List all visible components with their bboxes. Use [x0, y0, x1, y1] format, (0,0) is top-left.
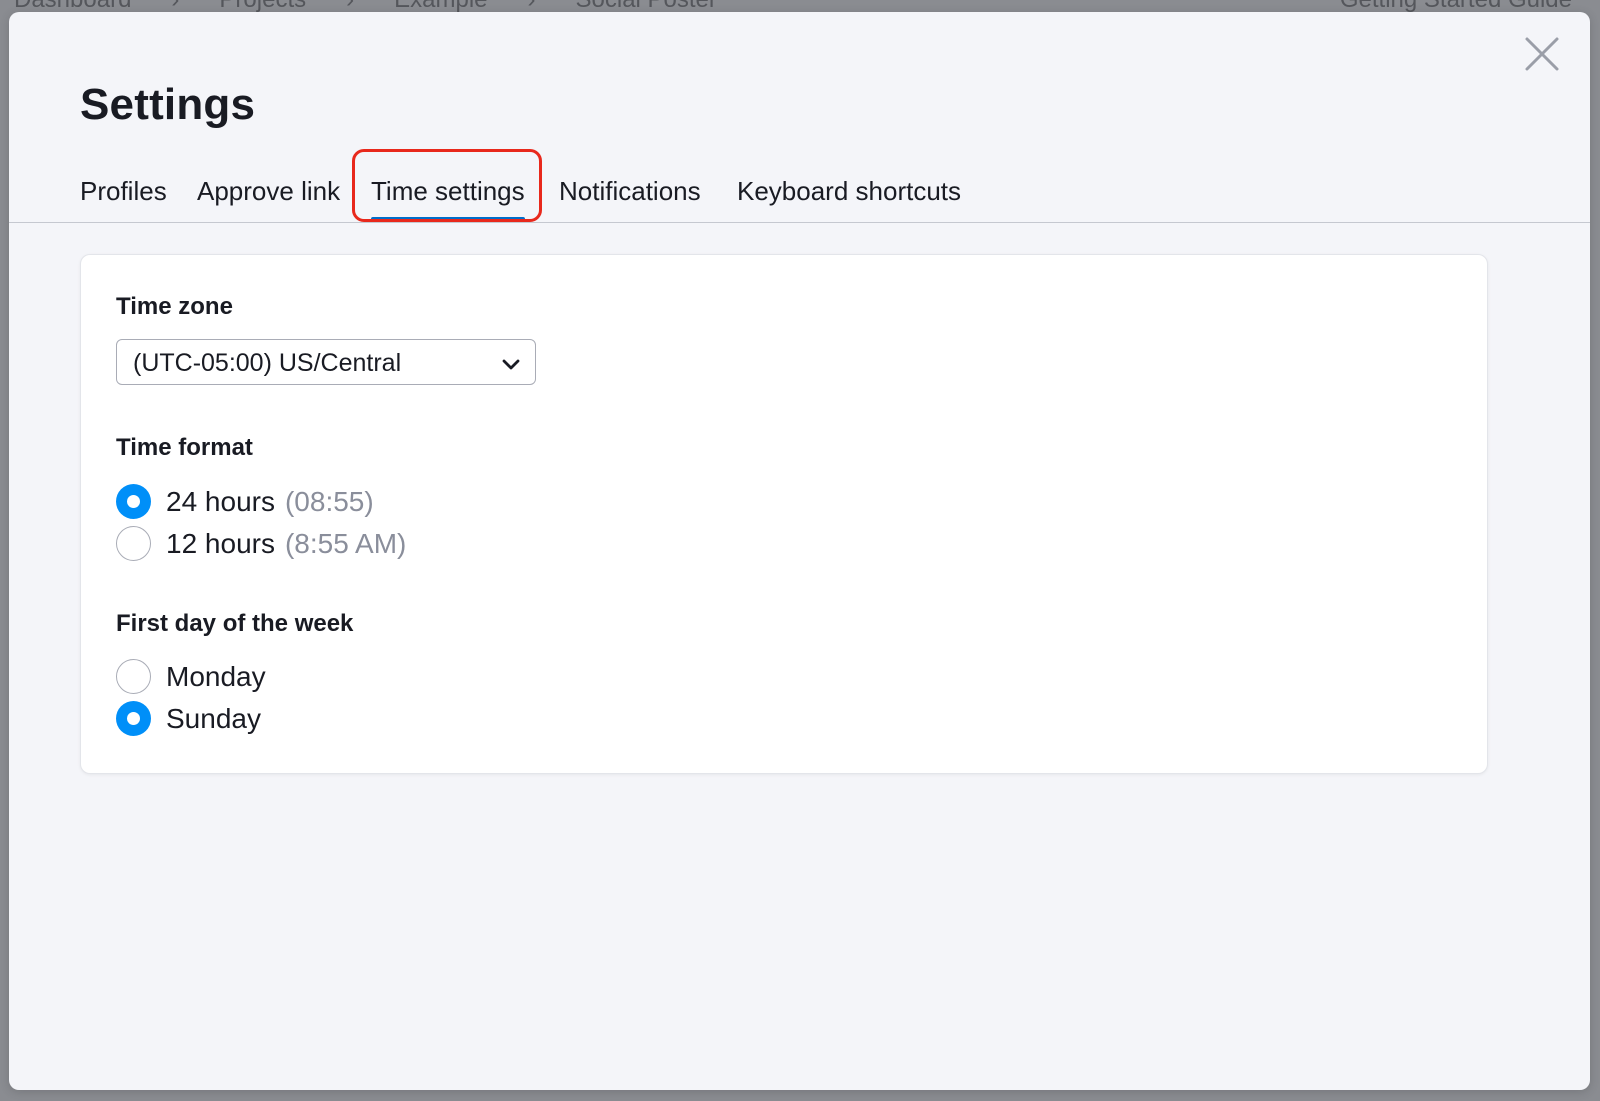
- tab-notifications[interactable]: Notifications: [559, 176, 701, 207]
- tab-keyboard-shortcuts[interactable]: Keyboard shortcuts: [737, 176, 961, 207]
- tab-approve-link[interactable]: Approve link: [197, 176, 340, 207]
- time-zone-value: (UTC-05:00) US/Central: [133, 349, 402, 377]
- option-label: Monday: [166, 661, 266, 692]
- radio-label: 24 hours (08:55): [166, 484, 374, 520]
- radio-label: 12 hours (8:55 AM): [166, 526, 406, 562]
- option-hint: (8:55 AM): [284, 528, 407, 559]
- radio-button[interactable]: [116, 659, 151, 694]
- tab-time-settings[interactable]: Time settings: [371, 176, 525, 221]
- time-zone-label: Time zone: [116, 293, 233, 320]
- chevron-down-icon: [502, 359, 520, 370]
- option-label: 24 hours: [166, 486, 275, 517]
- close-button[interactable]: [1522, 34, 1562, 74]
- tab-profiles[interactable]: Profiles: [80, 176, 167, 207]
- settings-tabs: Profiles Approve link Time settings Noti…: [9, 162, 1590, 223]
- time-zone-select[interactable]: (UTC-05:00) US/Central: [116, 339, 536, 385]
- first-day-label: First day of the week: [116, 610, 354, 637]
- option-hint: (08:55): [284, 486, 374, 517]
- settings-modal: Settings Profiles Approve link Time sett…: [9, 12, 1590, 1090]
- modal-title: Settings: [80, 80, 256, 129]
- radio-button-checked[interactable]: [116, 701, 151, 736]
- option-label: 12 hours: [166, 528, 275, 559]
- radio-button[interactable]: [116, 526, 151, 561]
- time-format-label: Time format: [116, 434, 253, 461]
- close-icon: [1525, 37, 1559, 71]
- option-label: Sunday: [166, 703, 261, 734]
- time-settings-card: Time zone (UTC-05:00) US/Central Time fo…: [80, 254, 1488, 774]
- radio-button-checked[interactable]: [116, 484, 151, 519]
